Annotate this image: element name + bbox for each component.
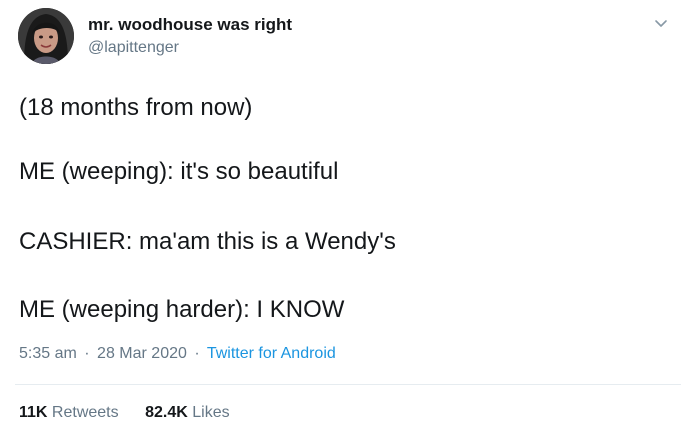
- likes-stat[interactable]: 82.4K Likes: [145, 404, 230, 422]
- retweets-stat[interactable]: 11K Retweets: [19, 404, 119, 422]
- tweet-text-line: ME (weeping harder): I KNOW: [19, 296, 345, 323]
- display-name[interactable]: mr. woodhouse was right: [88, 15, 292, 35]
- tweet-text-line: CASHIER: ma'am this is a Wendy's: [19, 228, 396, 255]
- tweet-date[interactable]: 28 Mar 2020: [97, 345, 187, 362]
- tweet-stats: 11K Retweets 82.4K Likes: [19, 404, 230, 422]
- tweet-text-line: (18 months from now): [19, 94, 253, 121]
- tweet-text-line: ME (weeping): it's so beautiful: [19, 158, 339, 185]
- likes-label: Likes: [192, 404, 230, 421]
- separator: ·: [194, 345, 200, 362]
- divider: [15, 384, 681, 385]
- tweet-source-link[interactable]: Twitter for Android: [207, 345, 336, 362]
- tweet-card: mr. woodhouse was right @lapittenger (18…: [0, 0, 700, 432]
- avatar-photo-icon: [18, 8, 74, 64]
- chevron-down-icon[interactable]: [651, 14, 671, 34]
- separator: ·: [84, 345, 90, 362]
- avatar[interactable]: [18, 8, 74, 64]
- retweets-label: Retweets: [51, 404, 119, 421]
- tweet-metadata: 5:35 am · 28 Mar 2020 · Twitter for Andr…: [19, 345, 336, 363]
- tweet-time[interactable]: 5:35 am: [19, 345, 77, 362]
- likes-count: 82.4K: [145, 404, 188, 421]
- user-handle[interactable]: @lapittenger: [88, 39, 179, 57]
- retweets-count: 11K: [19, 404, 48, 421]
